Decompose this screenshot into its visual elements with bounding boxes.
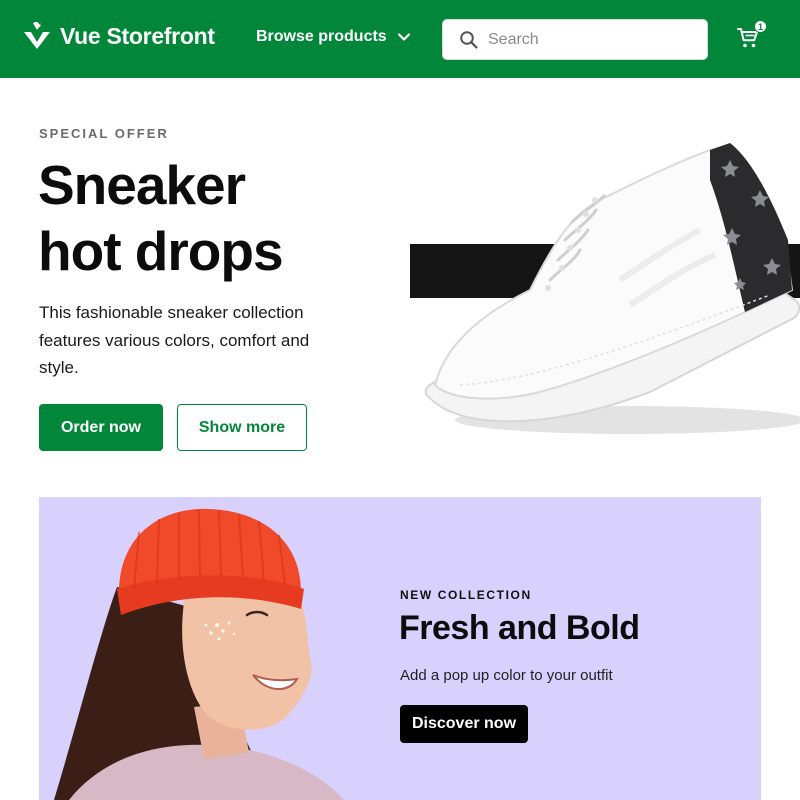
checkmark-logo-icon [24,22,50,49]
hero-title: Sneaker hot drops [38,152,368,284]
hero-eyebrow: SPECIAL OFFER [39,126,169,141]
search-input[interactable] [488,20,698,59]
new-collection-banner: NEW COLLECTION Fresh and Bold Add a pop … [39,497,761,800]
top-navigation-bar: Vue Storefront Browse products 1 [0,0,800,78]
sneaker-image [410,143,800,434]
model-in-red-beanie-image [54,508,344,800]
browse-products-label: Browse products [256,28,387,45]
logo[interactable]: Vue Storefront [22,22,215,50]
chevron-down-icon [397,33,410,41]
cart-button[interactable]: 1 [736,20,767,52]
show-more-button[interactable]: Show more [177,404,307,451]
search-icon[interactable] [459,30,479,50]
promo-title: Fresh and Bold [399,609,640,647]
order-now-button[interactable]: Order now [39,404,163,451]
promo-eyebrow: NEW COLLECTION [400,588,532,602]
hero-title-line1: Sneaker [38,154,246,216]
hero-title-line2: hot drops [38,220,284,282]
browse-products-dropdown[interactable]: Browse products [256,28,411,46]
cart-count-badge: 1 [754,20,767,33]
discover-now-button[interactable]: Discover now [400,705,528,743]
promo-description: Add a pop up color to your outfit [400,667,613,684]
search-box [442,19,708,60]
logo-text: Vue Storefront [60,22,215,49]
hero-description: This fashionable sneaker collection feat… [39,303,310,377]
